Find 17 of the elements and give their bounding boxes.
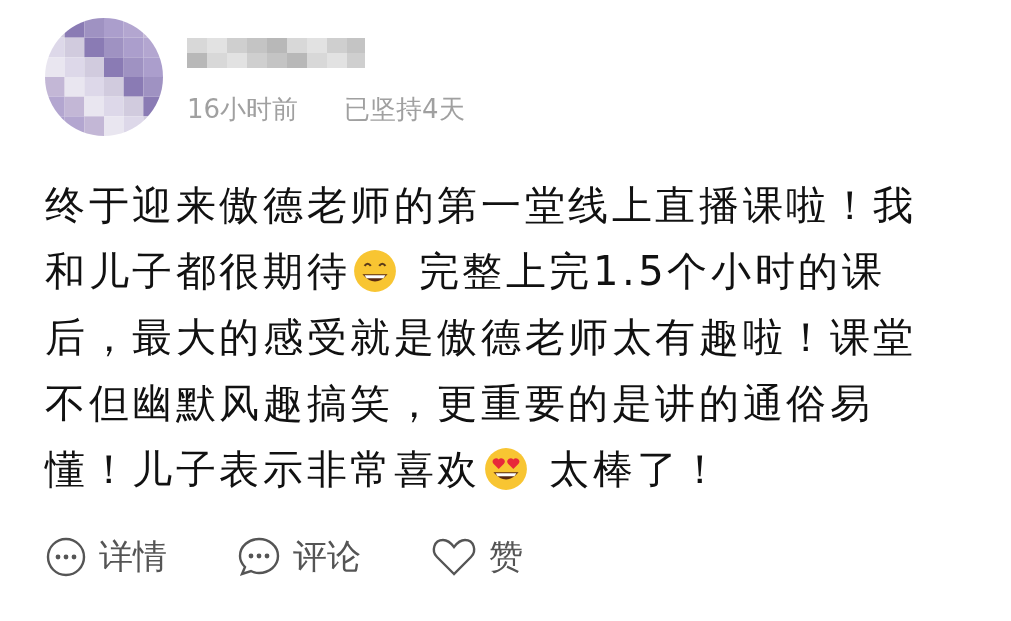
more-icon — [45, 536, 87, 578]
post-text: 后，最大的感受就是傲德老师太有趣啦！课堂 — [45, 313, 917, 362]
comment-button[interactable]: 评论 — [237, 534, 361, 580]
grinning-face-icon — [352, 248, 399, 294]
post-text: 不但幽默风趣搞笑，更重要的是讲的通俗易 — [45, 379, 874, 428]
comment-icon — [237, 536, 281, 578]
like-button[interactable]: 赞 — [431, 534, 523, 580]
post-text: 终于迎来傲德老师的第一堂线上直播课啦！我 — [45, 181, 917, 230]
streak-days: 已坚持4天 — [344, 91, 465, 127]
details-button[interactable]: 详情 — [45, 534, 167, 580]
post-text: 和儿子都很期待 — [45, 247, 351, 296]
post-text: 太棒了！ — [548, 445, 724, 494]
heart-eyes-face-icon — [483, 446, 529, 492]
post-time: 16小时前 — [187, 92, 299, 126]
heart-icon — [431, 537, 477, 577]
post-text: 完整上完1.5个小时的课 — [417, 247, 886, 296]
post-text: 懂！儿子表示非常喜欢 — [45, 445, 481, 494]
